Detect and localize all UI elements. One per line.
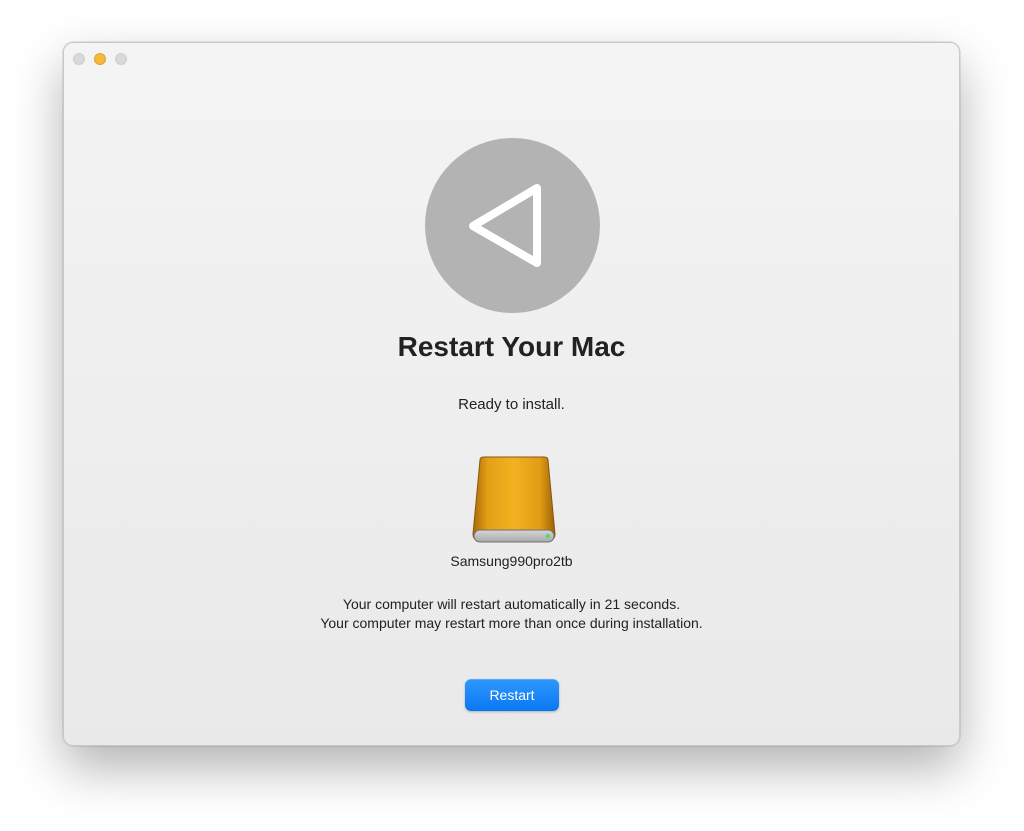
- external-drive-icon: [468, 456, 560, 548]
- zoom-window-button[interactable]: [115, 53, 127, 65]
- restart-button[interactable]: Restart: [465, 679, 559, 711]
- status-subtitle: Ready to install.: [458, 396, 565, 413]
- restart-message: Your computer will restart automatically…: [64, 595, 959, 633]
- restart-note-text: Your computer may restart more than once…: [320, 615, 703, 631]
- page-title: Restart Your Mac: [397, 331, 626, 362]
- restart-countdown-text: Your computer will restart automatically…: [342, 596, 681, 612]
- restart-triangle-icon: [425, 138, 600, 313]
- disk-name-label: Samsung990pro2tb: [450, 553, 573, 569]
- close-window-button[interactable]: [73, 53, 85, 65]
- desktop-background: Restart Your Mac Ready to install. Samsu…: [0, 0, 1024, 831]
- window-controls: [73, 53, 127, 65]
- minimize-window-button[interactable]: [94, 53, 106, 65]
- installer-window: Restart Your Mac Ready to install. Samsu…: [63, 42, 960, 746]
